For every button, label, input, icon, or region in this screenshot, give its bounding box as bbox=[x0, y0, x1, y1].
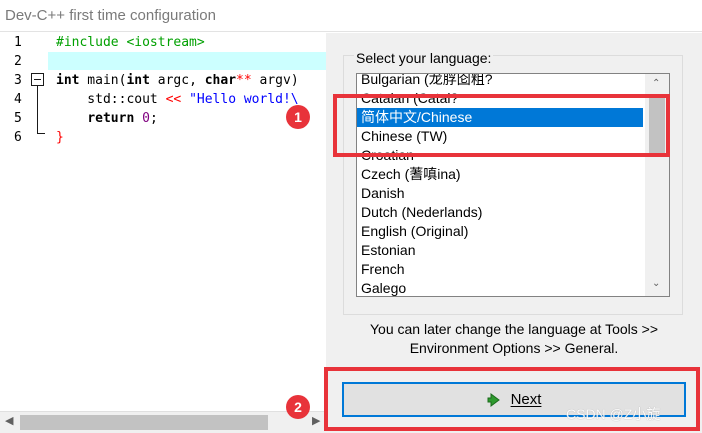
code-line: #include <iostream> bbox=[56, 35, 205, 50]
title-bar: Dev-C++ first time configuration bbox=[0, 0, 702, 32]
code-token: int bbox=[126, 73, 150, 88]
line-gutter: 1 2 3 4 5 6 bbox=[0, 33, 48, 411]
code-token: } bbox=[56, 130, 64, 145]
language-hint: You can later change the language at Too… bbox=[326, 320, 702, 358]
editor-horizontal-scrollbar[interactable]: ◀ ▶ bbox=[0, 411, 326, 433]
code-token: main( bbox=[79, 73, 127, 88]
language-item[interactable]: French bbox=[357, 260, 643, 279]
code-token: char bbox=[204, 73, 237, 88]
window-title: Dev-C++ first time configuration bbox=[5, 7, 216, 24]
fold-guide-line bbox=[37, 86, 38, 133]
language-item[interactable]: Galego bbox=[357, 279, 643, 296]
code-token: << bbox=[165, 92, 182, 107]
code-line: return 0; bbox=[56, 111, 158, 126]
code-line: } bbox=[56, 130, 64, 145]
code-preview: 1 2 3 4 5 6 #include <iostream> int main(… bbox=[0, 33, 326, 411]
code-token: argc, bbox=[149, 73, 205, 88]
scroll-right-icon[interactable]: ▶ bbox=[312, 414, 320, 427]
hint-line-1: You can later change the language at Too… bbox=[369, 321, 658, 337]
language-item[interactable]: Dutch (Nederlands) bbox=[357, 203, 643, 222]
line-number: 6 bbox=[14, 130, 22, 145]
callout-badge-1: 1 bbox=[286, 105, 310, 129]
hint-line-2: Environment Options >> General. bbox=[409, 340, 619, 356]
callout-box-language bbox=[333, 94, 670, 157]
language-item[interactable]: Bulgarian (龙脬囵粗? bbox=[357, 74, 643, 89]
chevron-down-icon[interactable]: ⌄ bbox=[652, 278, 660, 289]
code-token: int bbox=[56, 73, 80, 88]
watermark-text: CSDN @Z小旋 bbox=[566, 406, 661, 422]
code-token: return bbox=[87, 111, 135, 126]
code-token: "Hello world!\ bbox=[189, 92, 299, 107]
line-number: 5 bbox=[14, 111, 22, 126]
callout-badge-2: 2 bbox=[286, 395, 310, 419]
scrollbar-thumb[interactable] bbox=[20, 415, 268, 430]
language-item[interactable]: English (Original) bbox=[357, 222, 643, 241]
code-line: int main(int argc, char** argv) bbox=[56, 73, 299, 88]
language-item[interactable]: Danish bbox=[357, 184, 643, 203]
language-label: Select your language: bbox=[354, 50, 494, 66]
code-token: std::cout bbox=[56, 92, 166, 107]
language-item[interactable]: Czech (蓍嗔ina) bbox=[357, 165, 643, 184]
line-number: 4 bbox=[14, 92, 22, 107]
code-token: ; bbox=[149, 111, 158, 126]
scroll-left-icon[interactable]: ◀ bbox=[5, 414, 13, 427]
fold-collapse-icon[interactable] bbox=[31, 73, 44, 86]
chevron-up-icon[interactable]: ⌃ bbox=[652, 78, 660, 89]
code-line: std::cout << "Hello world!\ bbox=[56, 92, 299, 107]
code-token: 0 bbox=[142, 111, 150, 126]
language-item[interactable]: Estonian bbox=[357, 241, 643, 260]
code-token: ** bbox=[236, 73, 252, 88]
code-token: argv) bbox=[251, 73, 299, 88]
fold-end-marker bbox=[37, 133, 45, 134]
current-line-highlight bbox=[48, 52, 326, 70]
line-number: 3 bbox=[14, 73, 22, 88]
code-token: #include <iostream> bbox=[56, 35, 205, 50]
line-number: 2 bbox=[14, 54, 22, 69]
line-number: 1 bbox=[14, 35, 22, 50]
